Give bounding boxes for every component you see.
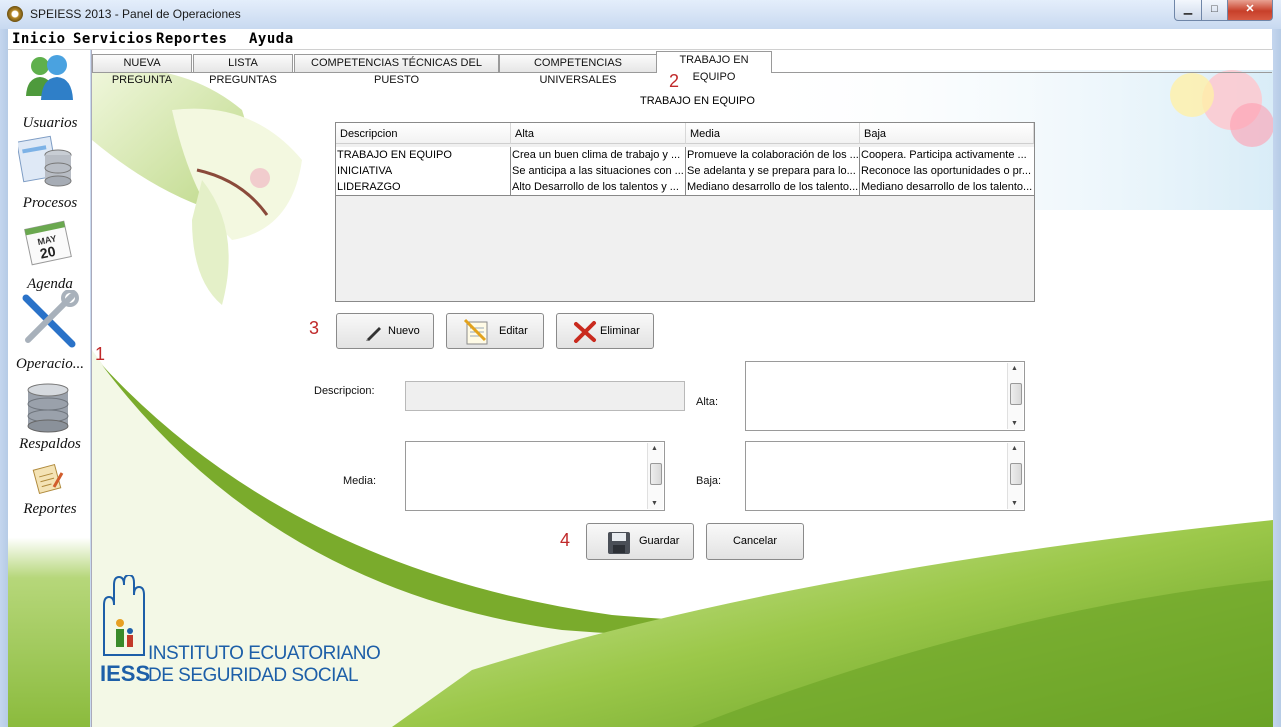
editar-button[interactable]: Editar [446, 313, 544, 349]
table-cell: Se anticipa a las situaciones con ... [511, 163, 686, 179]
table-cell: Reconoce las oportunidades o pr... [861, 165, 1032, 177]
menu-ayuda[interactable]: Ayuda [249, 29, 294, 49]
table-cell: Promueve la colaboración de los ... [687, 147, 860, 163]
scroll-down-icon[interactable]: ▼ [1011, 420, 1018, 427]
tab-nueva-pregunta[interactable]: NUEVA PREGUNTA [92, 54, 192, 86]
database-icon[interactable] [16, 133, 74, 187]
close-button[interactable]: ✕ [1227, 0, 1273, 21]
window-frame-left [0, 29, 8, 727]
nuevo-label: Nuevo [388, 325, 420, 337]
table-row[interactable]: LIDERAZGO Alto Desarrollo de los talento… [336, 179, 1034, 196]
tab-competencias-tecnicas[interactable]: COMPETENCIAS TÉCNICAS DEL PUESTO [294, 54, 499, 86]
iess-hand-emblem [103, 575, 145, 656]
scroll-thumb[interactable] [650, 463, 662, 485]
media-textarea[interactable]: ▲ ▼ [405, 441, 665, 511]
tab-trabajo-en-equipo[interactable]: TRABAJO EN EQUIPO [656, 51, 772, 83]
alta-scrollbar[interactable]: ▲ ▼ [1007, 363, 1023, 429]
minimize-button[interactable]: ▁ [1174, 0, 1202, 21]
section-title: TRABAJO EN EQUIPO [640, 95, 755, 107]
table-cell: Se adelanta y se prepara para lo... [686, 163, 860, 179]
table-cell: Mediano desarrollo de los talento... [687, 179, 860, 195]
tab-lista-preguntas[interactable]: LISTA PREGUNTAS [193, 54, 293, 86]
alta-label: Alta: [696, 396, 719, 408]
calendar-icon[interactable]: MAY 20 [24, 219, 72, 267]
users-icon[interactable] [22, 52, 76, 102]
column-header-descripcion[interactable]: Descripcion [336, 123, 511, 144]
maximize-button[interactable]: □ [1201, 0, 1228, 21]
menu-servicios[interactable]: Servicios [73, 29, 153, 49]
table-row[interactable]: INICIATIVA Se anticipa a las situaciones… [336, 163, 1034, 180]
scroll-down-icon[interactable]: ▼ [651, 500, 658, 507]
scroll-up-icon[interactable]: ▲ [1011, 365, 1018, 372]
delete-x-icon [574, 321, 596, 343]
title-bar: SPEIESS 2013 - Panel de Operaciones ▁ □ … [0, 0, 1281, 29]
nuevo-button[interactable]: Nuevo [336, 313, 434, 349]
eliminar-button[interactable]: Eliminar [556, 313, 654, 349]
scroll-down-icon[interactable]: ▼ [1011, 500, 1018, 507]
menu-inicio[interactable]: Inicio [12, 29, 66, 49]
app-icon [7, 6, 23, 22]
table-cell: Mediano desarrollo de los talento... [861, 181, 1033, 193]
iess-abbreviation: IESS [100, 661, 151, 686]
backup-icon[interactable] [24, 382, 72, 434]
sidebar-item-respaldos[interactable]: Respaldos [8, 436, 92, 453]
iess-name-line1: INSTITUTO ECUATORIANO [148, 643, 381, 664]
annotation-2: 2 [669, 71, 680, 91]
table-cell: Coopera. Participa activamente ... [861, 149, 1027, 161]
competencias-table[interactable]: Descripcion Alta Media Baja TRABAJO EN E… [335, 122, 1035, 302]
cancelar-button[interactable]: Cancelar [706, 523, 804, 560]
pen-icon [366, 327, 381, 341]
menu-reportes[interactable]: Reportes [156, 29, 227, 49]
window-title: SPEIESS 2013 - Panel de Operaciones [30, 7, 241, 21]
tab-competencias-universales[interactable]: COMPETENCIAS UNIVERSALES [499, 54, 657, 86]
baja-label: Baja: [696, 475, 722, 487]
tools-icon[interactable] [18, 289, 80, 350]
column-header-media[interactable]: Media [686, 123, 860, 144]
table-cell: Crea un buen clima de trabajo y ... [511, 147, 686, 163]
column-header-baja[interactable]: Baja [860, 123, 1034, 144]
cancelar-label: Cancelar [732, 535, 778, 547]
table-cell: TRABAJO EN EQUIPO [336, 147, 511, 163]
iess-name-line2: DE SEGURIDAD SOCIAL [148, 665, 359, 686]
editar-label: Editar [499, 325, 528, 337]
annotation-1: 1 [95, 344, 106, 364]
guardar-button[interactable]: Guardar [586, 523, 694, 560]
annotation-4: 4 [560, 530, 571, 550]
baja-textarea[interactable]: ▲ ▼ [745, 441, 1025, 511]
report-icon[interactable] [32, 463, 66, 495]
scroll-thumb[interactable] [1010, 383, 1022, 405]
column-header-alta[interactable]: Alta [511, 123, 686, 144]
sidebar: Usuarios Procesos MAY 20 Agenda Operacio… [8, 50, 90, 727]
baja-scrollbar[interactable]: ▲ ▼ [1007, 443, 1023, 509]
table-row[interactable]: TRABAJO EN EQUIPO Crea un buen clima de … [336, 147, 1034, 164]
iess-logo: IESS INSTITUTO ECUATORIANO DE SEGURIDAD … [98, 575, 381, 686]
sidebar-item-operaciones[interactable]: Operacio... [8, 356, 92, 373]
alta-textarea[interactable]: ▲ ▼ [745, 361, 1025, 431]
annotation-3: 3 [309, 318, 320, 338]
sidebar-item-reportes[interactable]: Reportes [8, 501, 92, 518]
notepad-edit-icon [463, 318, 488, 345]
table-cell: LIDERAZGO [336, 179, 511, 195]
save-disk-icon [608, 532, 630, 554]
table-cell: INICIATIVA [336, 163, 511, 179]
eliminar-label: Eliminar [600, 325, 640, 337]
scroll-up-icon[interactable]: ▲ [651, 445, 658, 452]
guardar-label: Guardar [639, 535, 680, 547]
scroll-thumb[interactable] [1010, 463, 1022, 485]
scroll-up-icon[interactable]: ▲ [1011, 445, 1018, 452]
descripcion-field[interactable] [405, 381, 685, 411]
menu-bar: Inicio Servicios Reportes Ayuda [8, 29, 1272, 50]
sidebar-item-usuarios[interactable]: Usuarios [8, 115, 92, 132]
sidebar-item-procesos[interactable]: Procesos [8, 195, 92, 212]
media-scrollbar[interactable]: ▲ ▼ [647, 443, 663, 509]
media-label: Media: [343, 475, 377, 487]
table-cell: Alto Desarrollo de los talentos y ... [511, 179, 686, 195]
window-frame-right [1272, 29, 1281, 727]
descripcion-label: Descripcion: [314, 385, 375, 397]
